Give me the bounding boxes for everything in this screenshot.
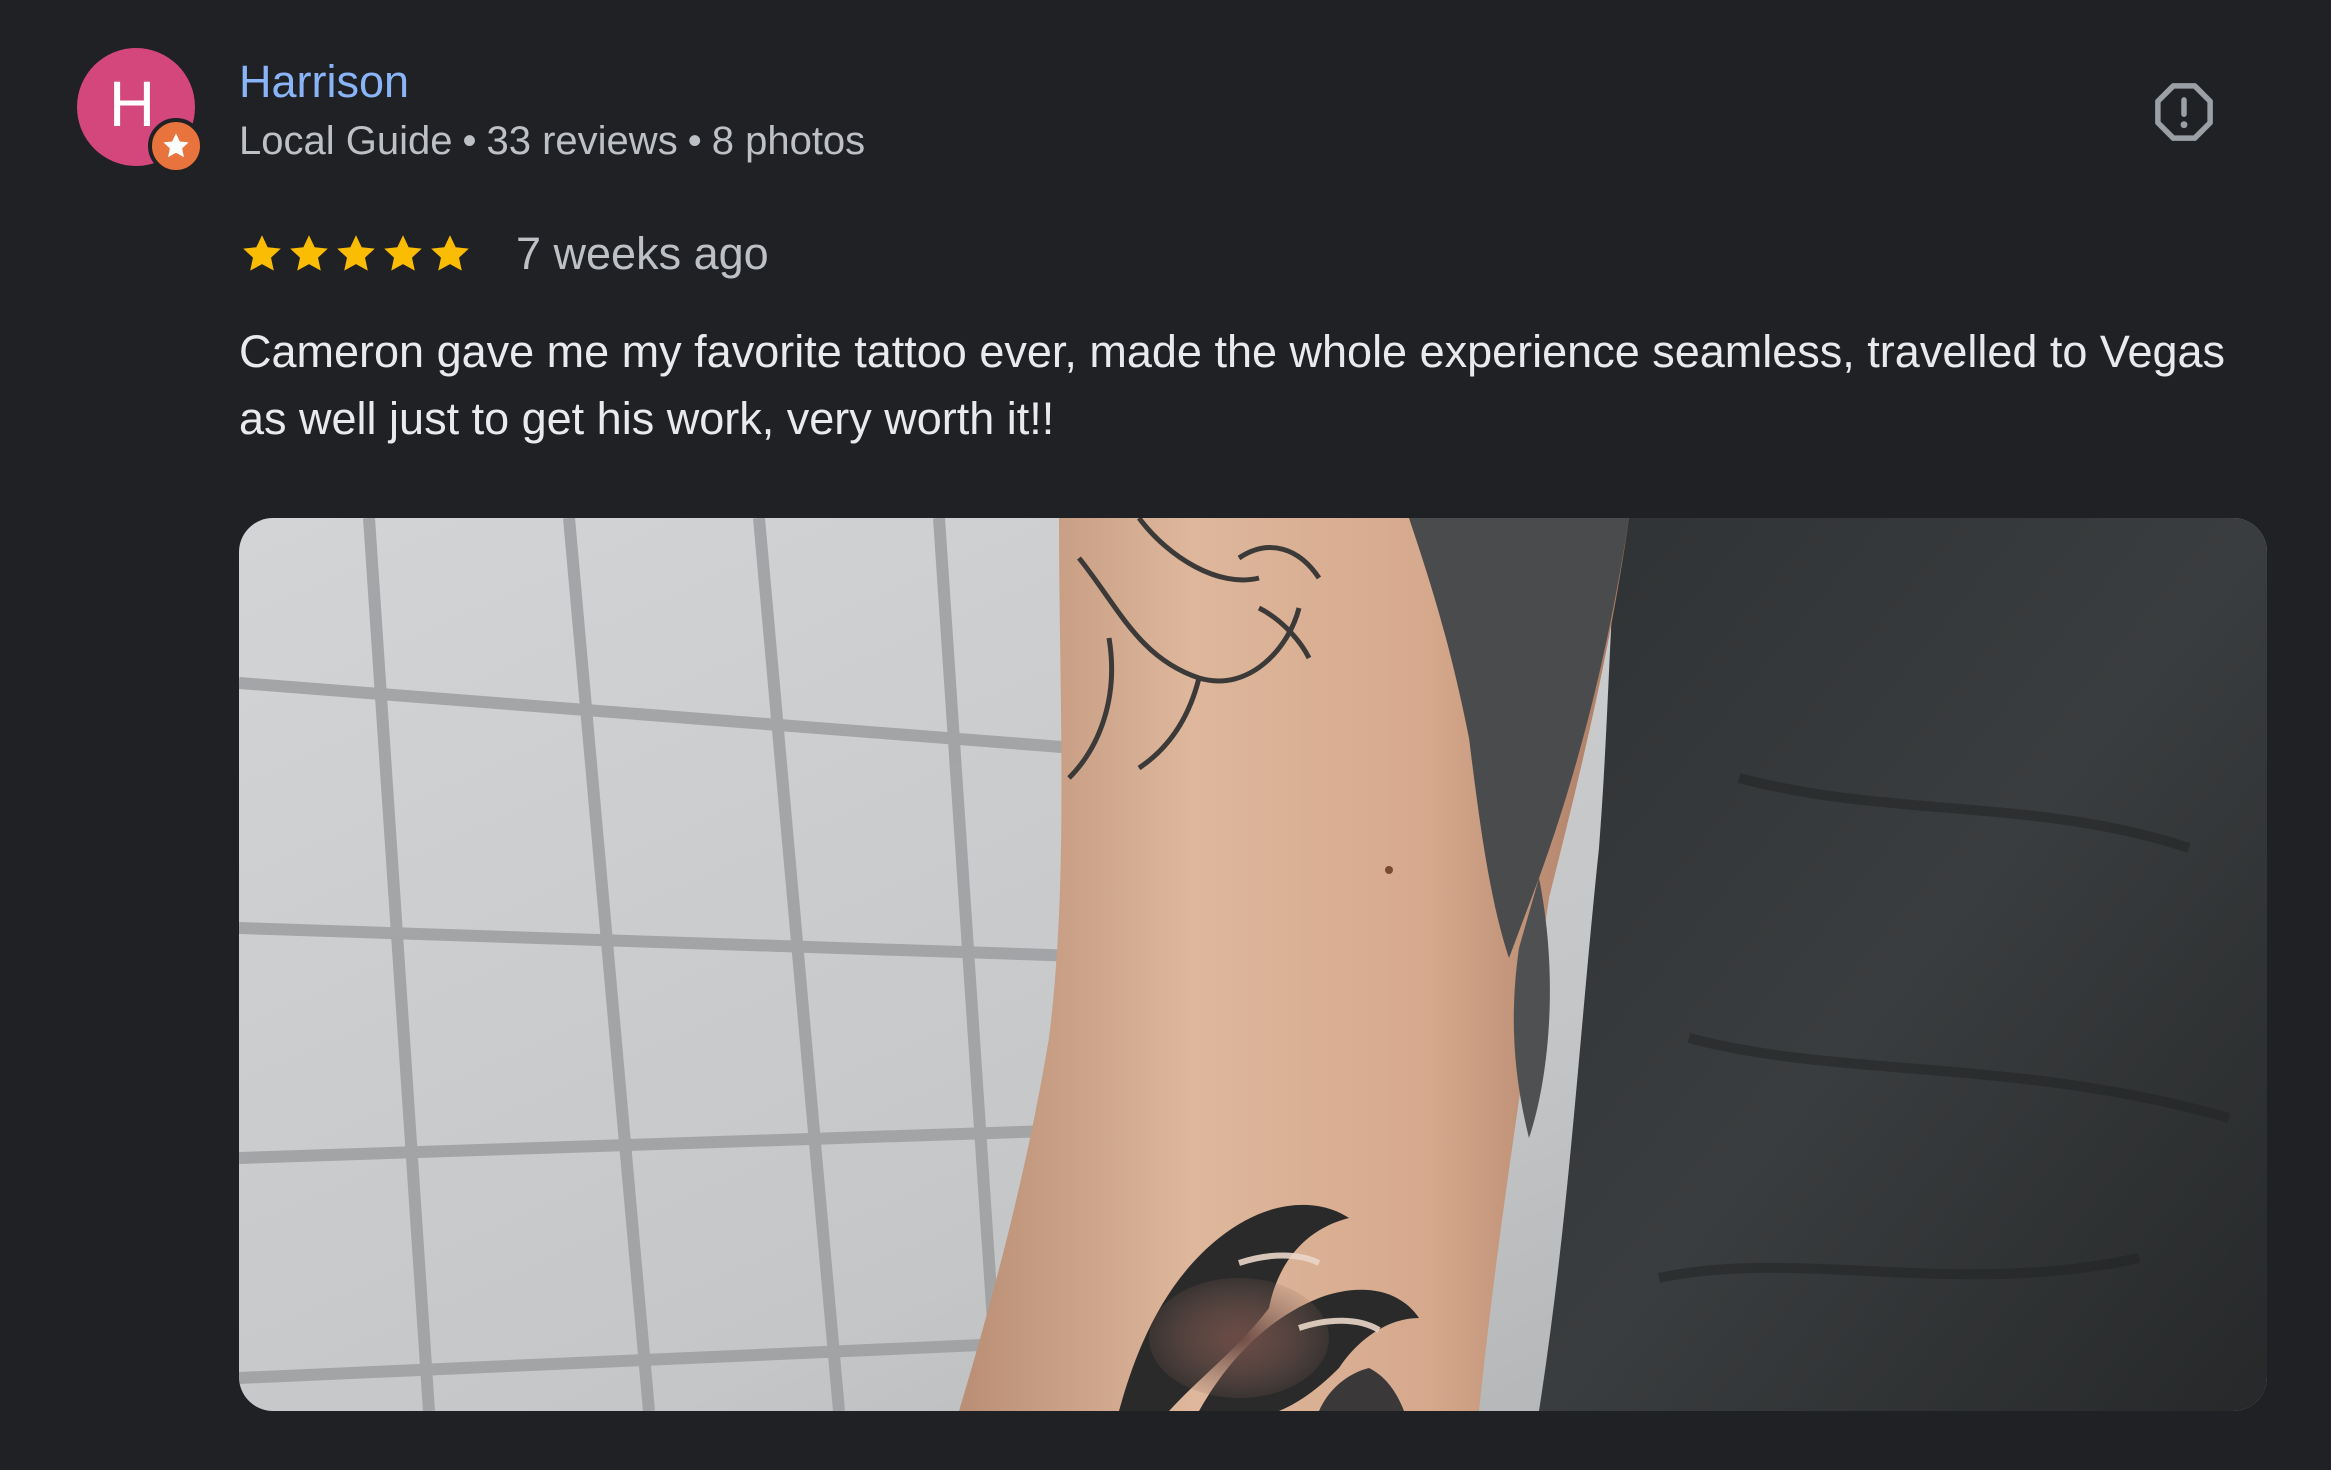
star-icon — [431, 235, 469, 271]
star-icon — [290, 235, 328, 271]
star-rating — [239, 231, 474, 277]
local-guide-label: Local Guide — [239, 119, 453, 163]
photos-count: 8 photos — [711, 119, 866, 163]
meta-separator: • — [462, 119, 477, 163]
avatar-letter: H — [108, 68, 156, 140]
report-review-button[interactable] — [2148, 76, 2220, 148]
tattooed-arm-photo — [239, 518, 2267, 1411]
reviewer-meta: Local Guide • 33 reviews • 8 photos — [239, 112, 865, 170]
rating-row: 7 weeks ago — [239, 222, 769, 286]
reviewer-name[interactable]: Harrison — [239, 52, 409, 112]
review-date: 7 weeks ago — [516, 228, 769, 279]
review-photo[interactable] — [239, 518, 2267, 1411]
meta-separator: • — [687, 119, 702, 163]
reviews-count: 33 reviews — [486, 119, 678, 163]
star-icon — [243, 235, 281, 271]
report-flag-icon — [2155, 83, 2213, 141]
local-guide-star-icon — [148, 118, 204, 174]
star-icon — [384, 235, 422, 271]
review-text: Cameron gave me my favorite tattoo ever,… — [239, 326, 2226, 444]
star-icon — [337, 235, 375, 271]
review-card: H Harrison Local Guide • 33 reviews • 8 phot… — [0, 0, 2331, 1470]
